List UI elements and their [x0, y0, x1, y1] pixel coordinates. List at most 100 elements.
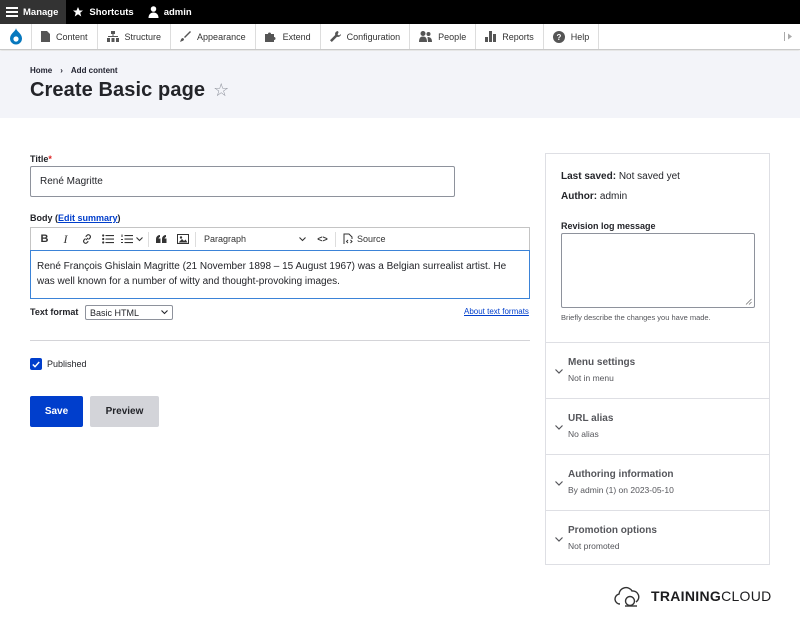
body-label: Body (Edit summary) [30, 213, 121, 223]
tray-item-label: People [438, 31, 467, 42]
editor-toolbar: B I Paragraph <> Source [30, 227, 530, 250]
tray-item-reports[interactable]: Reports [476, 24, 544, 49]
numbered-list-button[interactable] [118, 229, 146, 250]
source-icon [343, 233, 353, 244]
bulleted-list-button[interactable] [97, 229, 118, 250]
tray-item-appearance[interactable]: Appearance [171, 24, 256, 49]
text-format-select[interactable]: Basic HTML [85, 305, 173, 320]
published-label[interactable]: Published [47, 359, 87, 369]
accordion-summary: By admin (1) on 2023-05-10 [568, 485, 674, 495]
accordion-summary: No alias [568, 429, 599, 439]
about-text-formats-link[interactable]: About text formats [464, 307, 529, 316]
trainingcloud-brand: TRAININGCLOUD [612, 584, 772, 608]
tray-item-people[interactable]: People [410, 24, 477, 49]
chevron-down-icon [299, 236, 306, 241]
accordion-authoring-information[interactable]: Authoring information By admin (1) on 20… [546, 454, 769, 510]
heading-format-value: Paragraph [204, 234, 247, 244]
link-icon [82, 234, 91, 244]
source-label: Source [357, 234, 386, 244]
paintbrush-icon [180, 31, 192, 42]
tray-item-label: Appearance [197, 31, 246, 42]
brand-name-regular: CLOUD [721, 588, 772, 604]
hamburger-icon [6, 7, 18, 17]
tray-item-label: Extend [282, 31, 311, 42]
file-icon [41, 31, 50, 42]
heading-format-dropdown[interactable]: Paragraph [198, 229, 312, 250]
user-icon [148, 6, 159, 18]
collapse-arrow-icon [783, 32, 792, 41]
chevron-down-icon [555, 369, 563, 374]
save-button[interactable]: Save [30, 396, 83, 427]
bulleted-list-icon [101, 234, 114, 244]
last-saved-value: Not saved yet [618, 171, 680, 182]
italic-button[interactable]: I [55, 229, 76, 250]
revision-log-label: Revision log message [561, 221, 656, 231]
chevron-down-icon [555, 425, 563, 430]
page-title: Create Basic page ☆ [30, 79, 229, 102]
tray-item-help[interactable]: ? Help [544, 24, 600, 49]
last-saved-line: Last saved: Not saved yet [561, 171, 680, 182]
tray-item-label: Content [56, 31, 88, 42]
drupal-logo-link[interactable] [0, 24, 32, 49]
accordion-promotion-options[interactable]: Promotion options Not promoted [546, 510, 769, 566]
svg-text:?: ? [556, 33, 561, 42]
image-icon [176, 234, 189, 244]
source-button[interactable]: Source [338, 229, 390, 250]
title-input[interactable] [30, 166, 455, 197]
checkmark-icon [32, 361, 40, 368]
preview-button[interactable]: Preview [90, 396, 159, 427]
link-button[interactable] [76, 229, 97, 250]
manage-menu-button[interactable]: Manage [0, 0, 67, 24]
breadcrumb-separator: › [60, 66, 63, 75]
blockquote-button[interactable] [151, 229, 172, 250]
published-checkbox[interactable] [30, 358, 42, 370]
revision-log-help: Briefly describe the changes you have ma… [561, 313, 711, 322]
title-label-text: Title [30, 154, 49, 164]
breadcrumb: Home › Add content [30, 66, 118, 75]
brand-name: TRAININGCLOUD [651, 588, 772, 604]
accordion-url-alias[interactable]: URL alias No alias [546, 398, 769, 454]
chevron-down-icon [555, 481, 563, 486]
structure-icon [106, 31, 119, 42]
shortcuts-label: Shortcuts [89, 6, 134, 18]
body-editor[interactable]: René François Ghislain Magritte (21 Nove… [30, 250, 530, 299]
breadcrumb-current-link[interactable]: Add content [71, 66, 118, 75]
admin-tray: Content Structure Appearance Extend Conf… [0, 24, 800, 50]
tray-item-structure[interactable]: Structure [98, 24, 172, 49]
accordion-menu-settings[interactable]: Menu settings Not in menu [546, 342, 769, 398]
people-icon [419, 31, 433, 42]
accordion-title: Promotion options [568, 525, 657, 536]
meta-sidebar: Last saved: Not saved yet Author: admin … [545, 153, 770, 565]
bold-button[interactable]: B [34, 229, 55, 250]
tray-item-label: Structure [124, 31, 162, 42]
tray-item-label: Help [570, 31, 590, 42]
shortcuts-menu-button[interactable]: Shortcuts [66, 0, 141, 24]
tray-orientation-toggle[interactable] [776, 24, 800, 49]
revision-log-textarea[interactable] [561, 233, 755, 308]
page-header: Home › Add content Create Basic page ☆ [0, 51, 800, 118]
tray-item-label: Reports [502, 31, 534, 42]
wrench-icon [329, 31, 341, 42]
edit-summary-link[interactable]: Edit summary [58, 213, 118, 223]
user-menu-button[interactable]: admin [142, 0, 200, 24]
required-marker: * [48, 154, 52, 164]
insert-image-button[interactable] [172, 229, 193, 250]
code-button[interactable]: <> [312, 229, 333, 250]
resize-grip-icon[interactable] [745, 298, 752, 305]
text-format-label: Text format [30, 307, 79, 317]
author-value: admin [599, 191, 628, 202]
drupal-logo-icon [9, 28, 22, 45]
edit-summary-close-paren: ) [117, 213, 121, 223]
author-label: Author: [561, 191, 598, 202]
author-line: Author: admin [561, 191, 627, 202]
chevron-down-icon [161, 310, 168, 315]
body-label-text: Body [30, 213, 53, 223]
quote-icon [156, 235, 167, 243]
tray-item-extend[interactable]: Extend [256, 24, 321, 49]
breadcrumb-home-link[interactable]: Home [30, 66, 52, 75]
toolbar-separator [148, 231, 149, 247]
shortcut-star-icon[interactable]: ☆ [213, 80, 229, 101]
last-saved-label: Last saved: [561, 171, 617, 182]
tray-item-configuration[interactable]: Configuration [321, 24, 411, 49]
tray-item-content[interactable]: Content [32, 24, 98, 49]
